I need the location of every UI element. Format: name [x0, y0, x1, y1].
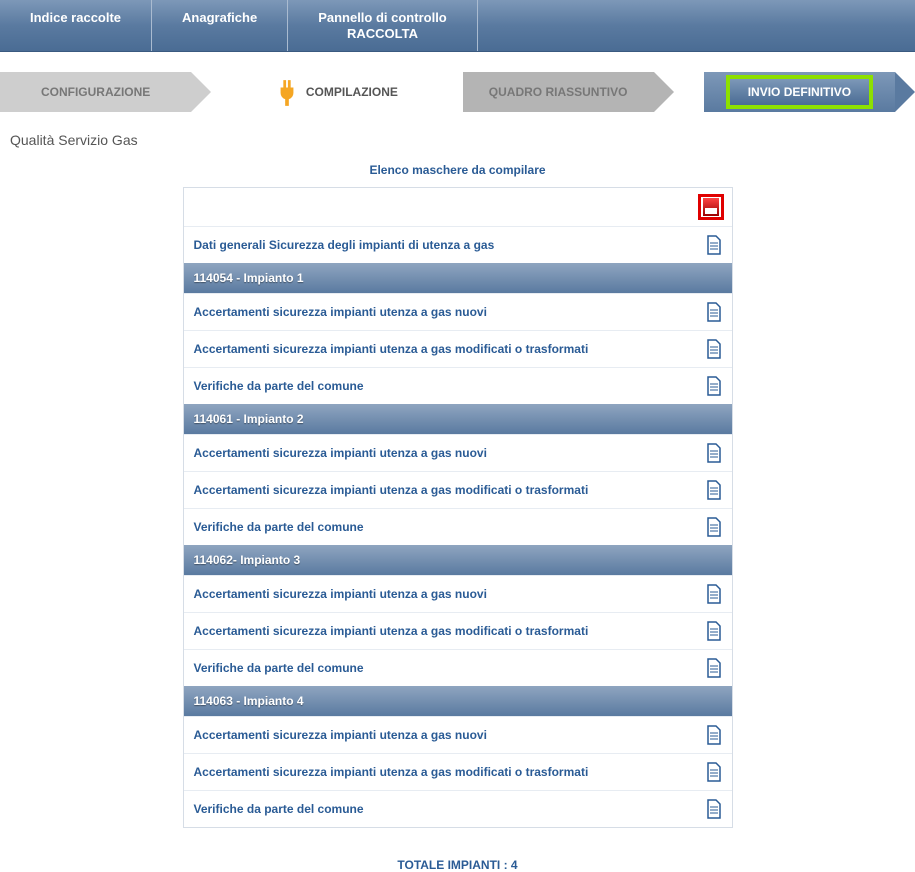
document-icon[interactable]: [706, 584, 722, 604]
step-invio[interactable]: INVIO DEFINITIVO: [704, 72, 895, 112]
link-verifiche[interactable]: Verifiche da parte del comune: [194, 379, 364, 393]
link-acc-mod[interactable]: Accertamenti sicurezza impianti utenza a…: [194, 342, 589, 356]
link-acc-mod[interactable]: Accertamenti sicurezza impianti utenza a…: [194, 624, 589, 638]
list-item[interactable]: Accertamenti sicurezza impianti utenza a…: [184, 434, 732, 471]
pdf-export-button[interactable]: [698, 194, 724, 220]
list-item[interactable]: Accertamenti sicurezza impianti utenza a…: [184, 575, 732, 612]
document-icon[interactable]: [706, 235, 722, 255]
step-configurazione[interactable]: CONFIGURAZIONE: [0, 72, 191, 112]
document-icon[interactable]: [706, 799, 722, 819]
group-header: 114054 - Impianto 1: [184, 263, 732, 293]
nav-pannello-controllo[interactable]: Pannello di controllo RACCOLTA: [288, 0, 478, 51]
list-item[interactable]: Verifiche da parte del comune: [184, 649, 732, 686]
step-compilazione-label: COMPILAZIONE: [306, 85, 398, 99]
document-icon[interactable]: [706, 376, 722, 396]
page-title: Qualità Servizio Gas: [10, 132, 915, 148]
link-acc-nuovi[interactable]: Accertamenti sicurezza impianti utenza a…: [194, 305, 487, 319]
group-header: 114063 - Impianto 4: [184, 686, 732, 716]
document-icon[interactable]: [706, 443, 722, 463]
list-item[interactable]: Accertamenti sicurezza impianti utenza a…: [184, 471, 732, 508]
list-header: Elenco maschere da compilare: [183, 163, 733, 177]
nav-pannello-line2: RACCOLTA: [318, 26, 447, 42]
link-verifiche[interactable]: Verifiche da parte del comune: [194, 802, 364, 816]
step-bar: CONFIGURAZIONE COMPILAZIONE QUADRO RIASS…: [0, 72, 915, 112]
footer-total: TOTALE IMPIANTI : 4: [0, 858, 915, 872]
list-item[interactable]: Accertamenti sicurezza impianti utenza a…: [184, 612, 732, 649]
pdf-icon: [703, 198, 719, 216]
step-arrow-icon: [895, 72, 915, 112]
nav-pannello-line1: Pannello di controllo: [318, 10, 447, 26]
document-icon[interactable]: [706, 621, 722, 641]
list-item[interactable]: Verifiche da parte del comune: [184, 367, 732, 404]
list-item[interactable]: Verifiche da parte del comune: [184, 790, 732, 827]
link-dati-generali[interactable]: Dati generali Sicurezza degli impianti d…: [194, 238, 495, 252]
step-arrow-icon: [654, 72, 674, 112]
mask-list: Elenco maschere da compilare Dati genera…: [183, 163, 733, 828]
link-acc-nuovi[interactable]: Accertamenti sicurezza impianti utenza a…: [194, 587, 487, 601]
step-compilazione[interactable]: COMPILAZIONE: [241, 72, 432, 112]
document-icon[interactable]: [706, 762, 722, 782]
document-icon[interactable]: [706, 302, 722, 322]
nav-indice-raccolte[interactable]: Indice raccolte: [0, 0, 152, 51]
mask-panel: Dati generali Sicurezza degli impianti d…: [183, 187, 733, 828]
document-icon[interactable]: [706, 658, 722, 678]
invio-highlight: INVIO DEFINITIVO: [726, 75, 873, 109]
step-arrow-icon: [191, 72, 211, 112]
document-icon[interactable]: [706, 339, 722, 359]
plug-icon: [276, 80, 296, 104]
list-item[interactable]: Accertamenti sicurezza impianti utenza a…: [184, 753, 732, 790]
nav-anagrafiche[interactable]: Anagrafiche: [152, 0, 288, 51]
list-item[interactable]: Verifiche da parte del comune: [184, 508, 732, 545]
document-icon[interactable]: [706, 480, 722, 500]
link-acc-nuovi[interactable]: Accertamenti sicurezza impianti utenza a…: [194, 728, 487, 742]
document-icon[interactable]: [706, 725, 722, 745]
list-item[interactable]: Accertamenti sicurezza impianti utenza a…: [184, 716, 732, 753]
top-nav: Indice raccolte Anagrafiche Pannello di …: [0, 0, 915, 52]
list-item[interactable]: Dati generali Sicurezza degli impianti d…: [184, 226, 732, 263]
pdf-row: [184, 188, 732, 226]
step-quadro[interactable]: QUADRO RIASSUNTIVO: [463, 72, 654, 112]
link-verifiche[interactable]: Verifiche da parte del comune: [194, 661, 364, 675]
link-acc-mod[interactable]: Accertamenti sicurezza impianti utenza a…: [194, 483, 589, 497]
list-item[interactable]: Accertamenti sicurezza impianti utenza a…: [184, 330, 732, 367]
link-verifiche[interactable]: Verifiche da parte del comune: [194, 520, 364, 534]
group-header: 114061 - Impianto 2: [184, 404, 732, 434]
list-item[interactable]: Accertamenti sicurezza impianti utenza a…: [184, 293, 732, 330]
group-header: 114062- Impianto 3: [184, 545, 732, 575]
document-icon[interactable]: [706, 517, 722, 537]
link-acc-nuovi[interactable]: Accertamenti sicurezza impianti utenza a…: [194, 446, 487, 460]
link-acc-mod[interactable]: Accertamenti sicurezza impianti utenza a…: [194, 765, 589, 779]
